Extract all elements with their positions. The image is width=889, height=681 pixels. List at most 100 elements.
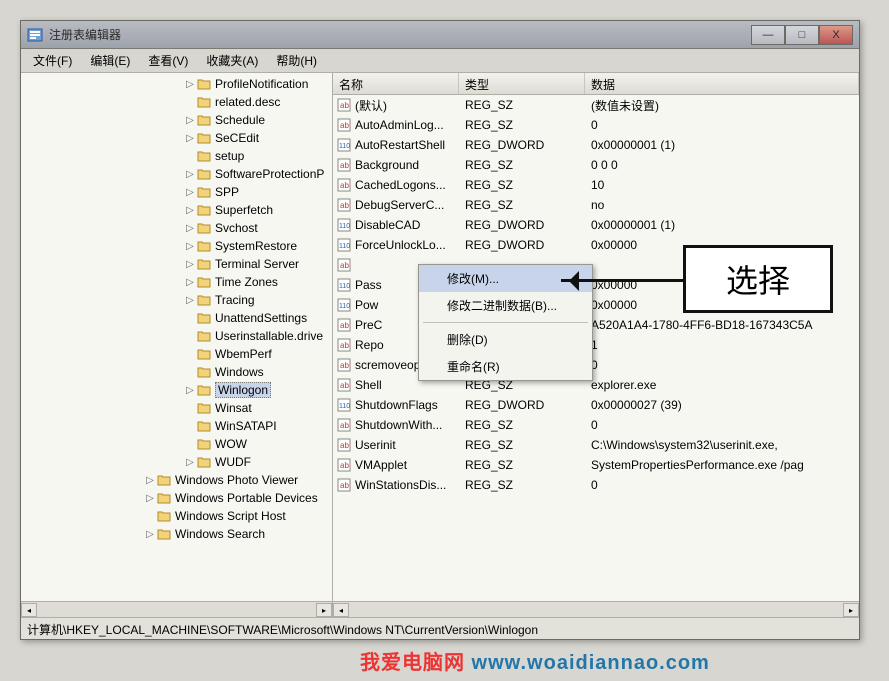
tree-item[interactable]: related.desc xyxy=(25,93,332,111)
value-data: SystemPropertiesPerformance.exe /pag xyxy=(585,458,859,472)
expand-icon[interactable]: ▷ xyxy=(185,295,195,306)
expand-icon[interactable]: ▷ xyxy=(185,205,195,216)
tree-item[interactable]: ▷ Windows Portable Devices xyxy=(25,489,332,507)
list-row[interactable]: abscremoveoptionREG_SZ0 xyxy=(333,355,859,375)
list-row[interactable]: abDebugServerC...REG_SZno xyxy=(333,195,859,215)
list-row[interactable]: 110ShutdownFlagsREG_DWORD0x00000027 (39) xyxy=(333,395,859,415)
list-row[interactable]: abShellREG_SZexplorer.exe xyxy=(333,375,859,395)
expand-icon[interactable]: ▷ xyxy=(185,223,195,234)
expand-icon[interactable]: ▷ xyxy=(145,529,155,540)
expand-icon[interactable]: ▷ xyxy=(185,187,195,198)
scroll-right-icon[interactable]: ▸ xyxy=(316,603,332,617)
tree-item-label: Windows Portable Devices xyxy=(175,491,318,505)
close-button[interactable]: X xyxy=(819,25,853,45)
expand-icon[interactable]: ▷ xyxy=(185,79,195,90)
list-row[interactable]: abShutdownWith...REG_SZ0 xyxy=(333,415,859,435)
tree-item[interactable]: ▷ Terminal Server xyxy=(25,255,332,273)
scroll-left-icon[interactable]: ◂ xyxy=(21,603,37,617)
tree-item[interactable]: ▷Windows Photo Viewer xyxy=(25,471,332,489)
expand-icon[interactable]: ▷ xyxy=(185,133,195,144)
scroll-left-icon[interactable]: ◂ xyxy=(333,603,349,617)
tree-item[interactable]: ▷ SystemRestore xyxy=(25,237,332,255)
column-type[interactable]: 类型 xyxy=(459,73,585,94)
expand-icon[interactable]: ▷ xyxy=(145,493,155,504)
list-row[interactable]: abVMAppletREG_SZSystemPropertiesPerforma… xyxy=(333,455,859,475)
menu-file[interactable]: 文件(F) xyxy=(25,49,80,72)
tree-item[interactable]: Windows xyxy=(25,363,332,381)
tree-item-label: SPP xyxy=(215,185,239,199)
maximize-button[interactable]: □ xyxy=(785,25,819,45)
tree-item[interactable]: UnattendSettings xyxy=(25,309,332,327)
tree-item[interactable]: ▷Superfetch xyxy=(25,201,332,219)
minimize-button[interactable]: — xyxy=(751,25,785,45)
tree-item[interactable]: ▷Tracing xyxy=(25,291,332,309)
expand-icon[interactable]: ▷ xyxy=(185,259,195,270)
list-horizontal-scrollbar[interactable]: ◂ ▸ xyxy=(333,601,859,617)
list-row[interactable]: abCachedLogons...REG_SZ10 xyxy=(333,175,859,195)
list-row[interactable]: abBackgroundREG_SZ0 0 0 xyxy=(333,155,859,175)
tree-item[interactable]: ▷WUDF xyxy=(25,453,332,471)
menu-favorites[interactable]: 收藏夹(A) xyxy=(198,49,266,72)
value-icon: ab xyxy=(337,198,351,212)
tree-item[interactable]: Windows Script Host xyxy=(25,507,332,525)
titlebar[interactable]: 注册表编辑器 — □ X xyxy=(21,21,859,49)
value-data: 0 xyxy=(585,478,859,492)
context-menu-delete[interactable]: 删除(D) xyxy=(419,326,592,353)
menu-edit[interactable]: 编辑(E) xyxy=(82,49,138,72)
tree-item[interactable]: ▷Winlogon xyxy=(25,381,332,399)
expand-icon[interactable]: ▷ xyxy=(185,241,195,252)
value-type: REG_DWORD xyxy=(459,218,585,232)
tree-item-label: WbemPerf xyxy=(215,347,272,361)
list-row[interactable]: abWinStationsDis...REG_SZ0 xyxy=(333,475,859,495)
tree-item-label: Terminal Server xyxy=(215,257,299,271)
tree-item[interactable]: ▷SoftwareProtectionP xyxy=(25,165,332,183)
expand-icon[interactable]: ▷ xyxy=(185,169,195,180)
watermark: 我爱电脑网 www.woaidiannao.com xyxy=(360,646,710,675)
value-icon: ab xyxy=(337,458,351,472)
menu-view[interactable]: 查看(V) xyxy=(140,49,196,72)
list-row[interactable]: abPreCA520A1A4-1780-4FF6-BD18-167343C5A xyxy=(333,315,859,335)
tree-item[interactable]: ▷ Svchost xyxy=(25,219,332,237)
context-menu-rename[interactable]: 重命名(R) xyxy=(419,353,592,380)
expand-icon[interactable]: ▷ xyxy=(145,475,155,486)
context-menu-modify-binary[interactable]: 修改二进制数据(B)... xyxy=(419,292,592,319)
expand-icon[interactable]: ▷ xyxy=(185,385,195,396)
expand-icon[interactable]: ▷ xyxy=(185,277,195,288)
value-data: 0 xyxy=(585,358,859,372)
tree-item[interactable]: WOW xyxy=(25,435,332,453)
tree-item[interactable]: ▷ProfileNotification xyxy=(25,75,332,93)
list-row[interactable]: abUserinitREG_SZC:\Windows\system32\user… xyxy=(333,435,859,455)
tree-item[interactable]: setup xyxy=(25,147,332,165)
tree-item[interactable]: Userinstallable.drive xyxy=(25,327,332,345)
svg-text:ab: ab xyxy=(340,481,349,490)
tree-view[interactable]: ▷ProfileNotificationrelated.desc▷Schedul… xyxy=(21,73,332,601)
tree-item[interactable]: ▷ SPP xyxy=(25,183,332,201)
tree-horizontal-scrollbar[interactable]: ◂ ▸ xyxy=(21,601,332,617)
expand-icon[interactable]: ▷ xyxy=(185,115,195,126)
svg-text:ab: ab xyxy=(340,381,349,390)
tree-item-label: SystemRestore xyxy=(215,239,297,253)
tree-item[interactable]: ▷Time Zones xyxy=(25,273,332,291)
tree-item[interactable]: ▷Schedule xyxy=(25,111,332,129)
tree-item[interactable]: WinSATAPI xyxy=(25,417,332,435)
column-data[interactable]: 数据 xyxy=(585,73,859,94)
scroll-right-icon[interactable]: ▸ xyxy=(843,603,859,617)
value-data: (数值未设置) xyxy=(585,97,859,114)
tree-item[interactable]: WbemPerf xyxy=(25,345,332,363)
value-name: Userinit xyxy=(355,438,396,452)
list-row[interactable]: ab(默认)REG_SZ(数值未设置) xyxy=(333,95,859,115)
tree-item[interactable]: ▷Windows Search xyxy=(25,525,332,543)
list-row[interactable]: abAutoAdminLog...REG_SZ0 xyxy=(333,115,859,135)
tree-item[interactable]: Winsat xyxy=(25,399,332,417)
list-view[interactable]: ab(默认)REG_SZ(数值未设置)abAutoAdminLog...REG_… xyxy=(333,95,859,601)
value-name: Pass xyxy=(355,278,382,292)
tree-item[interactable]: ▷SeCEdit xyxy=(25,129,332,147)
menu-help[interactable]: 帮助(H) xyxy=(268,49,325,72)
list-row[interactable]: 110AutoRestartShellREG_DWORD0x00000001 (… xyxy=(333,135,859,155)
expand-icon[interactable]: ▷ xyxy=(185,457,195,468)
value-type: REG_SZ xyxy=(459,198,585,212)
list-row[interactable]: 110DisableCADREG_DWORD0x00000001 (1) xyxy=(333,215,859,235)
list-row[interactable]: abRepo1 xyxy=(333,335,859,355)
column-name[interactable]: 名称 xyxy=(333,73,459,94)
tree-item-label: Svchost xyxy=(215,221,258,235)
